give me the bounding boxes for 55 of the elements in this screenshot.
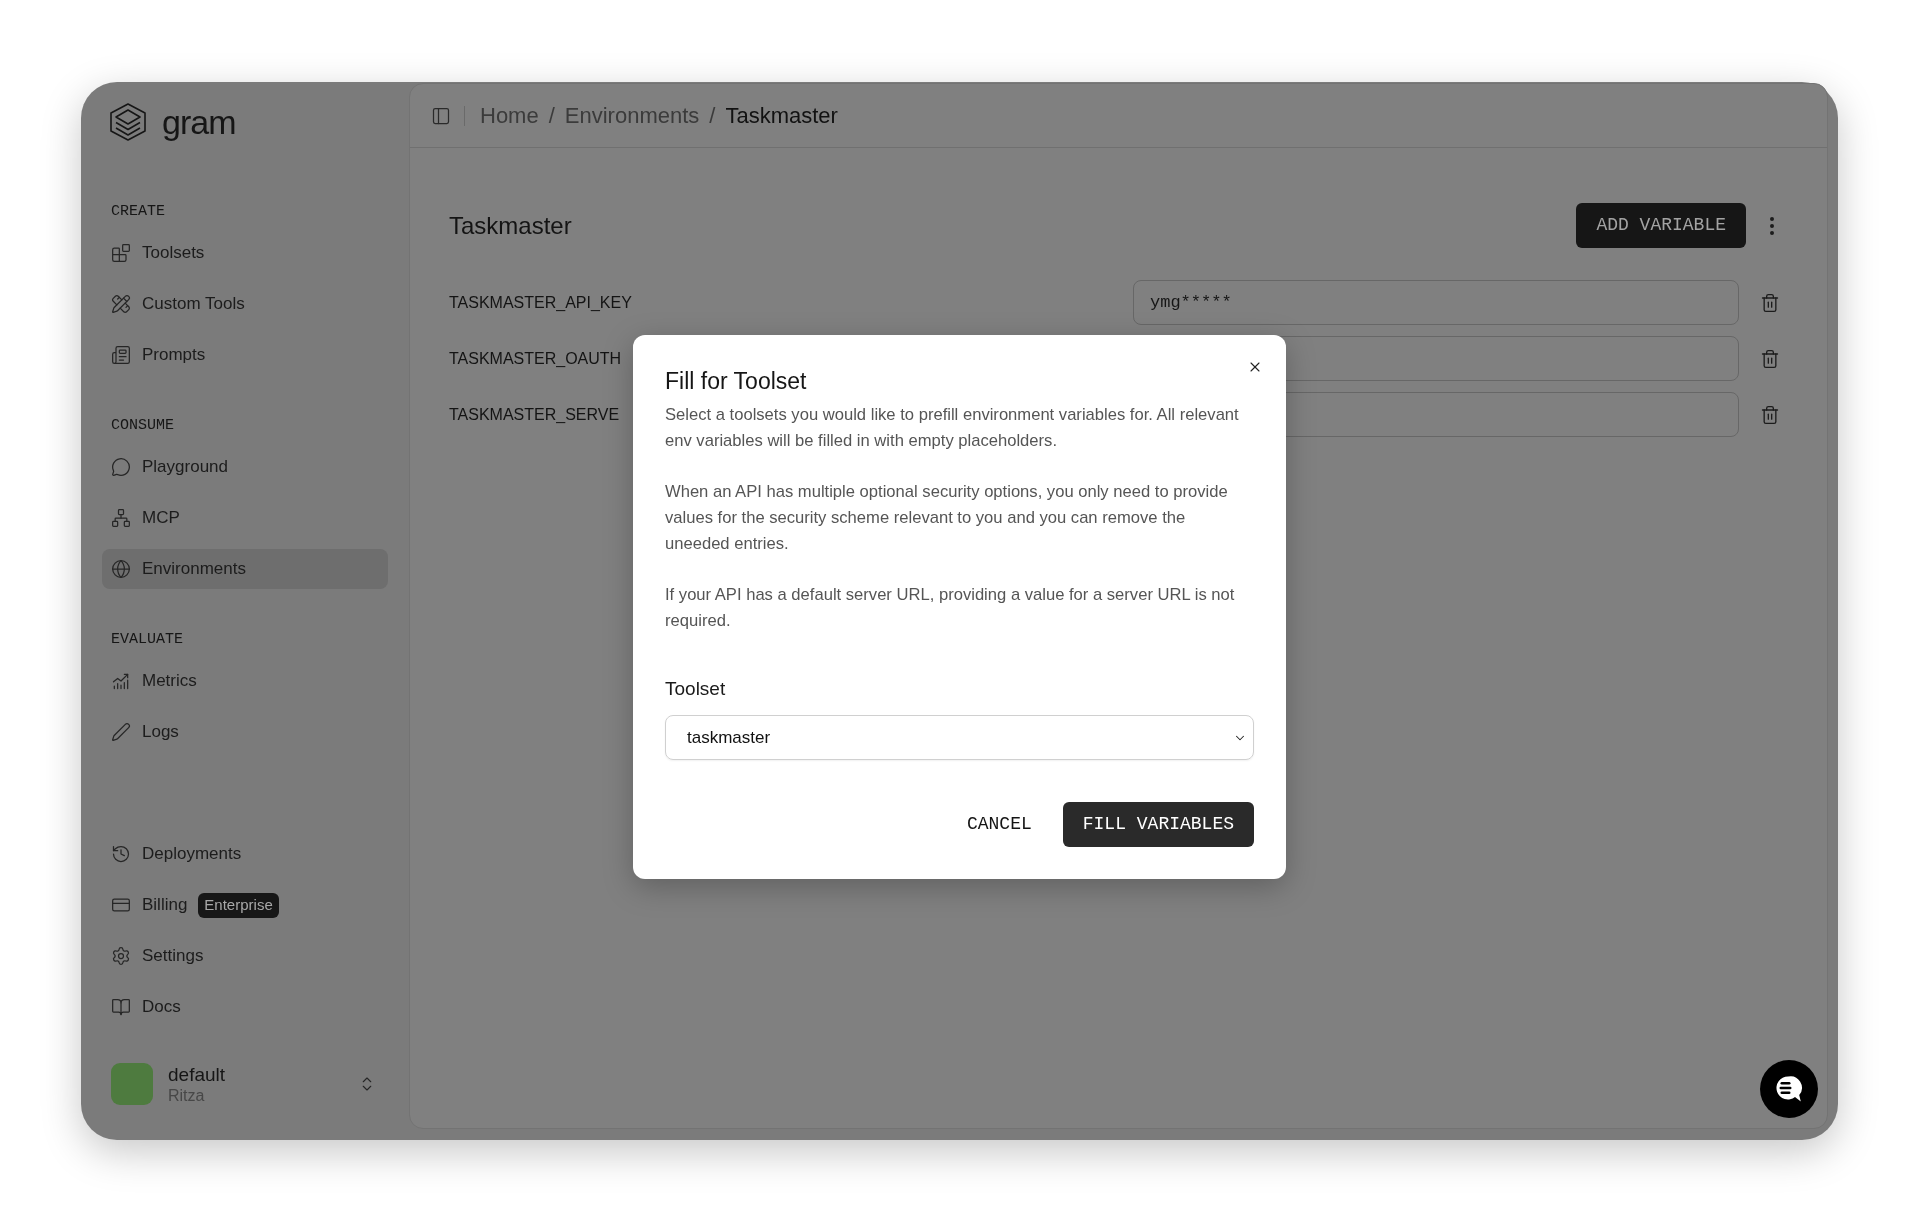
history-icon [111,844,131,864]
variable-name: TASKMASTER_OAUTH [449,349,622,367]
primary-button[interactable]: FILL VARIABLES [1062,802,1254,847]
variable-name: TASKMASTER_API_KEY [449,293,632,311]
nav-item[interactable]: Metrics [102,661,197,701]
breadcrumb-current: Taskmaster [725,102,838,130]
speech-bubble-icon [111,457,131,477]
nav-item[interactable]: Custom Tools [102,284,245,324]
nav-item[interactable]: Environments [102,549,388,589]
blocks-icon [111,243,131,263]
section-label: CREATE [111,202,165,222]
book-icon [111,997,131,1017]
nav-item[interactable]: Settings [102,936,204,976]
newspaper-icon [111,345,131,365]
dialog-text: Select a toolsets you would like to prefill environment variables for. All relevant env variables will be filled in with empty placeholders. [665,404,1240,452]
nav-item[interactable]: Playground [102,447,228,487]
pen-icon [111,722,131,742]
settings-icon [111,946,131,966]
field-label: Toolset [665,677,726,701]
logo-text: gram [162,102,236,142]
nav-item[interactable]: MCP [102,498,180,538]
plan-badge: Enterprise [198,892,279,918]
breadcrumb-separator: / [709,102,716,130]
dialog-text: When an API has multiple optional security options, you only need to provide values for the security scheme relevant to you and you can remove the uneeded entries. [665,481,1229,555]
dialog-title: Fill for Toolset [665,367,807,396]
nav-item[interactable]: Deployments [102,834,242,874]
nav-item[interactable]: Logs [102,712,179,752]
trash-icon[interactable] [1760,348,1780,369]
toolset-select[interactable]: taskmaster [665,715,1254,760]
cancel-button[interactable]: CANCEL [950,802,1048,847]
breadcrumb-separator: / [548,102,555,130]
nav-item[interactable]: Prompts [102,335,206,375]
nav-item[interactable]: Toolsets [102,233,205,273]
trash-icon[interactable] [1760,404,1780,425]
dialog-text: If your API has a default server URL, providing a value for a server URL is not required. [665,584,1236,632]
chart-icon [111,671,131,691]
network-icon [111,508,131,528]
pencil-ruler-icon [111,294,131,314]
breadcrumb-link[interactable]: Environments [564,99,700,132]
page-title: Taskmaster [449,210,572,241]
logo-icon [108,102,148,142]
breadcrumb-link[interactable]: Home [480,99,539,132]
section-label: EVALUATE [111,630,183,650]
avatar [111,1063,153,1105]
value-field[interactable]: ymg***** [1133,280,1739,325]
section-label: CONSUME [111,416,174,436]
workspace-name: default [168,1063,226,1086]
variable-name: TASKMASTER_SERVE [449,405,620,423]
chat-bubble-icon [1775,1075,1803,1103]
panel-icon[interactable] [431,105,451,126]
trash-icon[interactable] [1760,292,1780,313]
add-variable-button[interactable]: ADD VARIABLE [1576,203,1746,248]
nav-item[interactable]: Docs [102,987,181,1027]
nav-item[interactable]: Billing [102,885,188,925]
globe-icon [111,559,131,579]
